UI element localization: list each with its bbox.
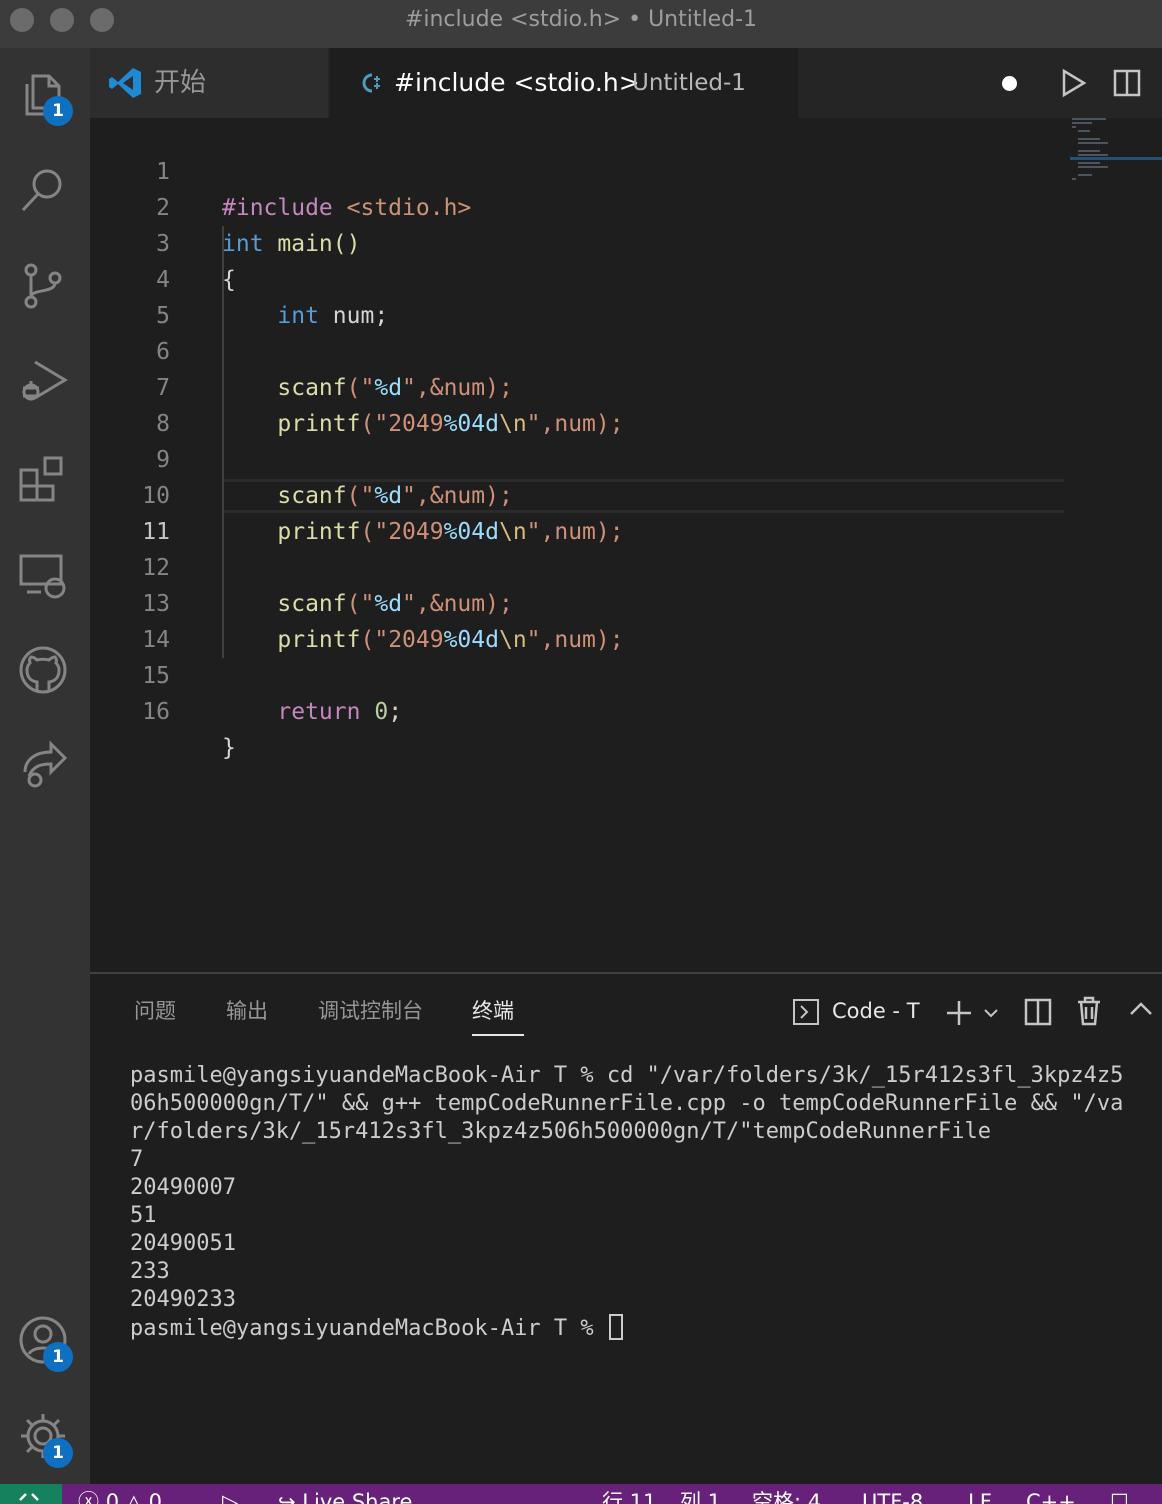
search-icon (21, 169, 62, 212)
live-share-icon (23, 740, 68, 788)
chevron-up-icon[interactable] (1128, 1000, 1154, 1018)
encoding[interactable]: UTF-8 (862, 1490, 923, 1504)
end-of-line[interactable]: LF (968, 1490, 992, 1504)
code-line: 7 printf("2049%04d\n",num); (90, 334, 1070, 437)
code-line: 16 } (90, 658, 1070, 761)
remote-explorer-button[interactable] (0, 528, 90, 618)
chevron-down-icon[interactable] (982, 1004, 1000, 1022)
split-editor-icon[interactable] (1112, 68, 1142, 98)
error-icon: ⓧ (78, 1490, 99, 1504)
tab-terminal[interactable]: 终端 (472, 996, 524, 1036)
run-debug-button[interactable] (0, 336, 90, 426)
accounts-badge: 1 (43, 1342, 73, 1372)
terminal-cursor (608, 1314, 623, 1340)
code-line: 10 printf("2049%04d\n",num); (90, 442, 1070, 545)
github-button[interactable] (0, 624, 90, 714)
terminal-line: 51 (130, 1203, 157, 1228)
line-number: 16 (142, 699, 170, 725)
code-line: 3 { (90, 190, 1070, 293)
tab-debug-console[interactable]: 调试控制台 (318, 996, 423, 1036)
extensions-button[interactable] (0, 432, 90, 522)
minimap[interactable] (1070, 118, 1162, 188)
extensions-icon (19, 456, 63, 502)
code-line-current: 11 (90, 478, 1070, 545)
trash-icon[interactable] (1076, 996, 1102, 1026)
indentation[interactable]: 空格: 4 (752, 1490, 821, 1504)
code-line: 4 int num; (90, 226, 1070, 329)
tab-start[interactable]: 开始 (90, 48, 328, 118)
tab-output[interactable]: 输出 (226, 996, 268, 1036)
terminal-icon (793, 999, 819, 1025)
remote-icon (19, 1493, 39, 1501)
cursor-column[interactable]: 列 1 (680, 1490, 721, 1504)
code-line: 1 #include <stdio.h> (90, 118, 1070, 221)
terminal-line: 20490007 (130, 1175, 236, 1200)
run-code-icon[interactable] (1058, 68, 1088, 98)
run-icon[interactable]: ▷ (222, 1490, 238, 1504)
settings-badge: 1 (43, 1438, 73, 1468)
code-line: 9 scanf("%d",&num); (90, 406, 1070, 509)
code-line: 5 (90, 262, 1070, 329)
remote-indicator[interactable] (0, 1484, 62, 1504)
explorer-badge: 1 (43, 96, 73, 126)
error-count: 0 (105, 1490, 120, 1504)
code-editor[interactable]: 1 #include <stdio.h> 2 int main() 3 { 4 … (90, 118, 1162, 972)
editor-tab-bar: 开始 #include <stdio.h> Untitled-1 (90, 48, 1162, 118)
terminal-line: 20490233 (130, 1287, 236, 1312)
problems-indicator[interactable]: ⓧ 0 △ 0 (78, 1490, 162, 1504)
terminal-line: r/folders/3k/_15r412s3fl_3kpz4z506h50000… (130, 1119, 991, 1144)
code-line: 6 scanf("%d",&num); (90, 298, 1070, 401)
remote-explorer-icon (19, 554, 66, 599)
terminal-line: 20490051 (130, 1231, 236, 1256)
terminal-prompt: pasmile@yangsiyuandeMacBook-Air T % (130, 1316, 607, 1341)
search-button[interactable] (0, 144, 90, 234)
split-terminal-icon[interactable] (1024, 998, 1052, 1026)
accounts-button[interactable]: 1 (0, 1294, 90, 1384)
tab-description: Untitled-1 (632, 70, 746, 96)
tab-title: #include <stdio.h> (394, 68, 640, 97)
terminal-line: pasmile@yangsiyuandeMacBook-Air T % cd "… (130, 1063, 1124, 1088)
terminal-prompt-line: pasmile@yangsiyuandeMacBook-Air T % (130, 1314, 623, 1343)
feedback-icon[interactable]: ☐ (1110, 1490, 1129, 1504)
title-bar: #include <stdio.h> • Untitled-1 (0, 0, 1162, 48)
new-terminal-icon[interactable] (944, 998, 974, 1028)
warning-icon: △ (125, 1490, 142, 1504)
live-share-label: Live Share (302, 1490, 413, 1504)
tab-problems[interactable]: 问题 (134, 996, 176, 1036)
code-line: 14 (90, 586, 1070, 653)
terminal-line: 233 (130, 1259, 170, 1284)
source-control-icon (24, 263, 62, 309)
activity-bar: 1 1 1 (0, 48, 90, 1484)
live-share-button[interactable] (0, 720, 90, 810)
run-debug-icon (22, 360, 68, 401)
bottom-panel: 问题 输出 调试控制台 终端 Code - T pasmile@yangsiyu… (90, 972, 1162, 1484)
code-line: 8 (90, 370, 1070, 437)
window-title: #include <stdio.h> • Untitled-1 (404, 7, 758, 32)
cpp-file-icon (362, 73, 380, 93)
terminal-line: 7 (130, 1147, 144, 1172)
unsaved-dot-icon[interactable] (1002, 76, 1017, 91)
terminal-line: 06h500000gn/T/" && g++ tempCodeRunnerFil… (130, 1091, 1124, 1116)
tab-untitled-1[interactable]: #include <stdio.h> Untitled-1 (330, 48, 1017, 118)
cursor-line[interactable]: 行 11 (602, 1490, 656, 1504)
github-icon (19, 646, 67, 694)
live-share-status-icon: ↪ (278, 1490, 296, 1504)
language-mode[interactable]: C++ (1026, 1490, 1076, 1504)
code-line: 12 scanf("%d",&num); (90, 514, 1070, 617)
explorer-button[interactable]: 1 (0, 48, 90, 138)
minimap-current-line (1070, 157, 1162, 160)
manage-button[interactable]: 1 (0, 1390, 90, 1480)
terminal-selector-label: Code - T (832, 999, 920, 1023)
source-control-button[interactable] (0, 240, 90, 330)
warning-count: 0 (148, 1490, 162, 1504)
code-line: 2 int main() (90, 154, 1070, 257)
tab-start-label: 开始 (154, 68, 207, 98)
live-share-status[interactable]: ↪ Live Share (278, 1490, 412, 1504)
vscode-logo-icon (109, 68, 141, 98)
status-bar: ⓧ 0 △ 0 ▷ ↪ Live Share 行 11 列 1 空格: 4 UT… (0, 1484, 1162, 1504)
code-line: 13 printf("2049%04d\n",num); (90, 550, 1070, 653)
code-line: 15 return 0; (90, 622, 1070, 725)
